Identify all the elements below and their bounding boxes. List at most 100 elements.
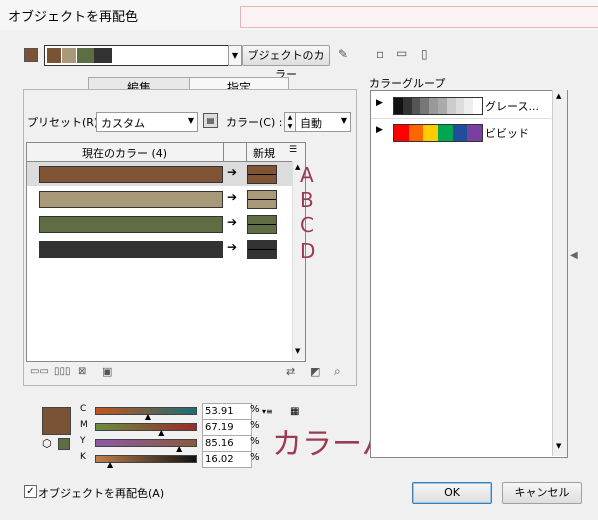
group-color-chip: [467, 125, 483, 141]
magenta-value-field[interactable]: 67.19: [202, 419, 252, 436]
cmyk-label-m: M: [80, 420, 88, 430]
color-group-swatch-bar[interactable]: [44, 45, 234, 66]
table-row[interactable]: ➔: [27, 162, 292, 186]
window-title: オブジェクトを再配色: [8, 10, 139, 25]
collapse-panel-icon[interactable]: ◀: [570, 250, 578, 261]
swatch-dropdown-arrow[interactable]: ▼: [228, 45, 242, 66]
preset-options-icon[interactable]: ▤: [203, 113, 218, 128]
table-row[interactable]: ➔: [27, 187, 292, 211]
scroll-up-icon[interactable]: ▲: [556, 92, 561, 100]
current-color-swatch[interactable]: [39, 191, 223, 208]
randomize-saturation-icon[interactable]: ◩: [310, 365, 320, 378]
slider-mode-menu-icon[interactable]: ▾≡: [262, 407, 273, 416]
new-color-swatch[interactable]: [247, 215, 277, 234]
group-color-chip: [408, 125, 424, 141]
current-color-swatch[interactable]: [39, 241, 223, 258]
header-current-colors[interactable]: 現在のカラー (4): [82, 145, 167, 161]
preset-value: カスタム: [101, 117, 145, 130]
slider-thumb-y[interactable]: ▲: [176, 444, 182, 453]
save-group-icon[interactable]: ▫: [376, 47, 384, 61]
selected-color-preview[interactable]: [42, 407, 71, 435]
unit-m: %: [250, 420, 260, 431]
slider-thumb-k[interactable]: ▲: [107, 460, 113, 469]
table-row[interactable]: ➔: [27, 212, 292, 236]
color-group-title: カラーグループ: [369, 77, 446, 90]
color-group-row[interactable]: ▶ ビビッド: [371, 120, 551, 144]
exclude-colors-icon[interactable]: ⊠: [78, 366, 86, 377]
current-color-swatch[interactable]: [39, 166, 223, 183]
header-new[interactable]: 新規: [253, 145, 275, 161]
table-header: 現在のカラー (4) 新規 ☰: [27, 143, 305, 162]
eyedropper-icon[interactable]: ✎: [338, 47, 348, 61]
recolor-checkbox-label[interactable]: オブジェクトを再配色(A): [38, 485, 164, 501]
cube-icon[interactable]: ⬡: [42, 437, 52, 450]
new-color-swatch[interactable]: [247, 190, 277, 209]
separate-colors-icon[interactable]: ▯▯▯: [54, 366, 71, 377]
row-label-a: A: [300, 163, 314, 187]
group-color-chip: [438, 125, 453, 141]
arrow-right-icon: ➔: [227, 165, 238, 179]
group-list-scrollbar[interactable]: ▲ ▼: [552, 90, 567, 456]
group-color-chip: [455, 98, 465, 114]
delete-group-icon[interactable]: ▯: [421, 47, 428, 61]
title-bar: オブジェクトを再配色: [0, 0, 598, 30]
group-color-chip: [473, 98, 482, 114]
group-label: ビビッド: [485, 127, 529, 140]
group-label: グレース...: [485, 100, 539, 113]
find-colors-icon[interactable]: ⌕: [334, 364, 341, 379]
expand-arrow-icon[interactable]: ▶: [376, 125, 383, 135]
color-group-row[interactable]: ▶ グレース...: [371, 93, 551, 117]
slider-m[interactable]: [95, 423, 197, 431]
cyan-value-field[interactable]: 53.91: [202, 403, 252, 420]
group-color-chip: [420, 98, 430, 114]
slider-thumb-c[interactable]: ▲: [145, 412, 151, 421]
new-row-icon[interactable]: ▣: [102, 365, 112, 378]
colors-select[interactable]: 自動 ▼: [295, 112, 351, 132]
recolor-checkbox[interactable]: ✓: [24, 485, 37, 498]
cmyk-label-y: Y: [80, 436, 86, 446]
group-color-chip: [394, 125, 409, 141]
object-colors-button[interactable]: ブジェクトのカラー: [242, 45, 330, 81]
current-color-swatch[interactable]: [39, 216, 223, 233]
yellow-value-field[interactable]: 85.16: [202, 435, 252, 452]
current-color-chip[interactable]: [24, 48, 38, 62]
group-color-chip: [429, 98, 438, 114]
ok-button[interactable]: OK: [412, 482, 492, 504]
cmyk-label-c: C: [80, 404, 87, 414]
scroll-down-icon[interactable]: ▼: [295, 347, 300, 355]
preset-select[interactable]: カスタム ▼: [96, 112, 198, 132]
header-divider: [246, 143, 247, 161]
table-menu-icon[interactable]: ☰: [289, 145, 297, 155]
cancel-button[interactable]: キャンセル: [502, 482, 582, 504]
row-label-d: D: [300, 239, 316, 263]
color-group-list: ▶ グレース... ▶ ビビッド: [370, 90, 568, 458]
expand-arrow-icon[interactable]: ▶: [376, 98, 383, 108]
unit-c: %: [250, 404, 260, 415]
scroll-down-icon[interactable]: ▼: [556, 442, 561, 450]
row-divider: [371, 118, 551, 119]
group-color-chip: [394, 98, 403, 114]
group-color-chip: [411, 98, 421, 114]
colors-value: 自動: [300, 117, 322, 130]
table-row[interactable]: ➔: [27, 237, 292, 261]
swatch-olive: [77, 48, 94, 63]
group-color-chip: [464, 98, 474, 114]
unit-y: %: [250, 436, 260, 447]
new-color-swatch[interactable]: [247, 165, 277, 184]
group-color-chip: [446, 98, 456, 114]
black-value-field[interactable]: 16.02: [202, 451, 252, 468]
group-color-chip: [437, 98, 447, 114]
group-color-chip: [452, 125, 468, 141]
header-divider: [223, 143, 224, 161]
new-color-swatch[interactable]: [247, 240, 277, 259]
randomize-order-icon[interactable]: ⇄: [286, 365, 295, 378]
color-library-icon[interactable]: ▦: [290, 406, 299, 417]
new-group-icon[interactable]: ▭: [396, 46, 407, 60]
arrow-right-icon: ➔: [227, 190, 238, 204]
merge-colors-icon[interactable]: ▭▭: [30, 366, 49, 377]
slider-thumb-m[interactable]: ▲: [158, 428, 164, 437]
swatch-tan: [62, 48, 76, 63]
swatch-chip-small[interactable]: [58, 438, 70, 450]
chevron-down-icon: ▼: [340, 116, 347, 125]
chevron-down-icon: ▼: [187, 116, 194, 125]
